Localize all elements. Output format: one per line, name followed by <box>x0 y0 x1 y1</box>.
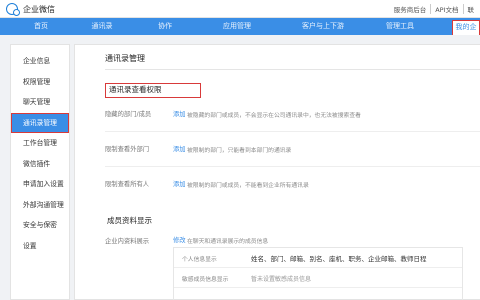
app-logo[interactable]: 企业微信 <box>6 3 55 16</box>
sidebar-item-external[interactable]: 外部沟通管理 <box>11 195 69 216</box>
nav-tab-collaboration[interactable]: 协作 <box>148 18 182 35</box>
row-label-hidden: 隐藏的部门/成员 <box>105 111 152 118</box>
personal-info-label: 个人信息显示 <box>182 257 217 263</box>
nav-tab-app-management[interactable]: 应用管理 <box>212 18 262 35</box>
sidebar-item-permissions[interactable]: 权限管理 <box>11 72 69 93</box>
profile-settings-box: 个人信息显示 姓名、部门、邮箱、别名、座机、职务、企业邮箱、教师日程 敏感成员信… <box>173 247 463 300</box>
sidebar-item-chat[interactable]: 聊天管理 <box>11 92 69 113</box>
row-desc-limit-dept: 被限制的部门，只能看到本部门的通讯录 <box>187 148 292 154</box>
sidebar-item-wechat-plugin[interactable]: 微信插件 <box>11 154 69 175</box>
contact-link[interactable]: 联 <box>462 4 479 14</box>
row-desc-hidden: 被隐藏的部门或成员，不会显示在公司通讯录中，也无法被搜索查看 <box>187 113 361 119</box>
nav-tab-my-company[interactable]: 我的企 <box>452 20 480 35</box>
wecom-logo-icon <box>6 3 20 16</box>
page-title: 通讯录管理 <box>105 54 145 63</box>
nav-tab-customers[interactable]: 客户与上下游 <box>292 18 354 35</box>
add-limit-dept-link[interactable]: 添加 <box>173 144 186 153</box>
row-divider <box>105 166 480 167</box>
profile-row-sensitive: 敏感成员信息显示 暂未设置敏感成员信息 <box>174 268 462 288</box>
sidebar-item-workbench[interactable]: 工作台管理 <box>11 133 69 154</box>
row-divider <box>105 131 480 132</box>
row-label-limit-dept: 限制查看外部门 <box>105 146 150 153</box>
section-title-view-permission: 通讯录查看权限 <box>105 83 201 98</box>
top-links: 服务商后台 API文档 联 <box>390 4 478 14</box>
add-limit-all-link[interactable]: 添加 <box>173 179 186 188</box>
sidebar-item-join-settings[interactable]: 申请加入设置 <box>11 174 69 195</box>
sidebar-item-security[interactable]: 安全与保密 <box>11 215 69 236</box>
profile-row-personal: 个人信息显示 姓名、部门、邮箱、别名、座机、职务、企业邮箱、教师日程 <box>174 248 462 268</box>
sidebar-item-company-info[interactable]: 企业信息 <box>11 51 69 72</box>
app-name: 企业微信 <box>23 4 55 14</box>
sidebar-item-contacts[interactable]: 通讯录管理 <box>11 112 69 133</box>
api-docs-link[interactable]: API文档 <box>430 4 462 14</box>
sidebar: 企业信息 权限管理 聊天管理 通讯录管理 工作台管理 微信插件 申请加入设置 外… <box>10 44 70 300</box>
sidebar-item-settings[interactable]: 设置 <box>11 236 69 257</box>
main-nav: 首页 通讯录 协作 应用管理 客户与上下游 管理工具 我的企 <box>0 18 480 35</box>
row-desc-profile: 在聊天和通讯录展示的成员信息 <box>187 239 269 245</box>
row-label-profile: 企业内资料展示 <box>105 238 150 245</box>
title-divider <box>105 69 480 70</box>
nav-tab-home[interactable]: 首页 <box>24 18 58 35</box>
provider-console-link[interactable]: 服务商后台 <box>390 4 431 14</box>
section-title-profile: 成员资料显示 <box>107 216 152 225</box>
nav-tab-tools[interactable]: 管理工具 <box>378 18 422 35</box>
main-panel: 通讯录管理 通讯录查看权限 隐藏的部门/成员 添加 被隐藏的部门或成员，不会显示… <box>74 44 480 300</box>
personal-info-value: 姓名、部门、邮箱、别名、座机、职务、企业邮箱、教师日程 <box>251 255 427 263</box>
row-desc-limit-all: 被限制的部门或成员，不能看到企业所有通讯录 <box>187 183 309 189</box>
sensitive-info-label: 敏感成员信息显示 <box>182 277 229 283</box>
edit-profile-link[interactable]: 修改 <box>173 235 186 244</box>
sensitive-info-value: 暂未设置敏感成员信息 <box>251 276 312 283</box>
top-bar: 企业微信 服务商后台 API文档 联 <box>0 0 480 18</box>
nav-tab-contacts[interactable]: 通讯录 <box>82 18 122 35</box>
add-hidden-link[interactable]: 添加 <box>173 109 186 118</box>
row-label-limit-all: 限制查看所有人 <box>105 181 150 188</box>
